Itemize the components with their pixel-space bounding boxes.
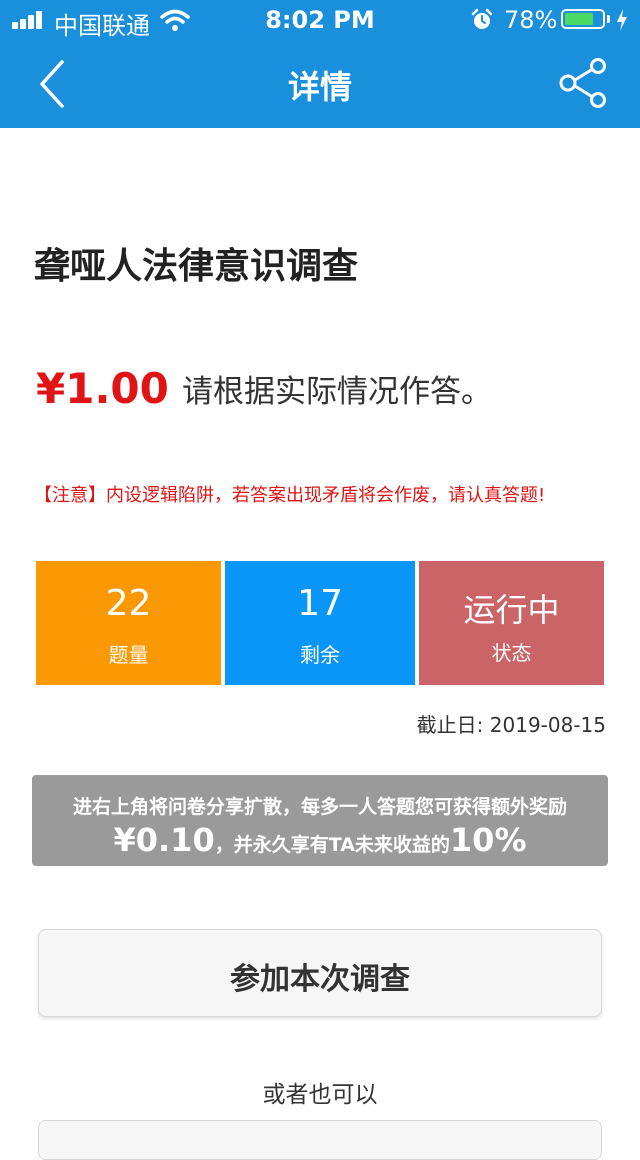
question-count-tile: 22 题量 bbox=[36, 561, 221, 685]
promo-middle: ，并永久享有TA未来收益的 bbox=[214, 834, 450, 856]
join-survey-button[interactable]: 参加本次调查 bbox=[38, 929, 602, 1017]
page-title: 详情 bbox=[287, 68, 352, 106]
or-text: 或者也可以 bbox=[262, 1082, 378, 1108]
alarm-icon bbox=[471, 8, 493, 29]
join-survey-label: 参加本次调查 bbox=[230, 962, 410, 997]
reward-price: ¥1.00 bbox=[36, 364, 169, 413]
alternative-action-button[interactable] bbox=[38, 1120, 602, 1160]
battery-percent: 78% bbox=[504, 6, 558, 34]
share-promo-banner: 进右上角将问卷分享扩散，每多一人答题您可获得额外奖励 ¥0.10，并永久享有TA… bbox=[32, 775, 608, 866]
share-button[interactable] bbox=[556, 58, 610, 108]
price-note: 请根据实际情况作答。 bbox=[182, 374, 492, 410]
header: 中国联通 8:02 PM 78% 详情 bbox=[0, 0, 640, 128]
question-count-label: 题量 bbox=[108, 643, 149, 667]
status-value: 运行中 bbox=[463, 591, 560, 629]
remaining-value: 17 bbox=[297, 583, 343, 624]
share-icon bbox=[559, 58, 606, 108]
battery-tip bbox=[607, 15, 610, 23]
back-button[interactable] bbox=[30, 56, 74, 112]
charging-bolt-icon bbox=[617, 9, 627, 31]
question-count-value: 22 bbox=[105, 583, 152, 624]
warning-notice: 【注意】内设逻辑陷阱，若答案出现矛盾将会作废，请认真答题! bbox=[34, 485, 546, 506]
remaining-label: 剩余 bbox=[300, 643, 340, 667]
deadline-date: 截止日: 2019-08-15 bbox=[416, 713, 606, 737]
promo-percent: 10% bbox=[449, 821, 527, 859]
promo-reward: ¥0.10 bbox=[113, 821, 215, 859]
nav-bar: 详情 bbox=[0, 40, 640, 128]
chevron-left-icon bbox=[40, 60, 64, 108]
battery-icon bbox=[561, 9, 605, 29]
status-bar: 中国联通 8:02 PM 78% bbox=[0, 0, 640, 40]
status-tile: 运行中 状态 bbox=[419, 561, 604, 685]
status-label: 状态 bbox=[491, 641, 532, 665]
promo-reward-line: ¥0.10，并永久享有TA未来收益的10% bbox=[32, 821, 608, 859]
promo-line: 进右上角将问卷分享扩散，每多一人答题您可获得额外奖励 bbox=[72, 796, 567, 818]
remaining-tile: 17 剩余 bbox=[225, 561, 415, 685]
survey-title: 聋哑人法律意识调查 bbox=[34, 246, 359, 287]
